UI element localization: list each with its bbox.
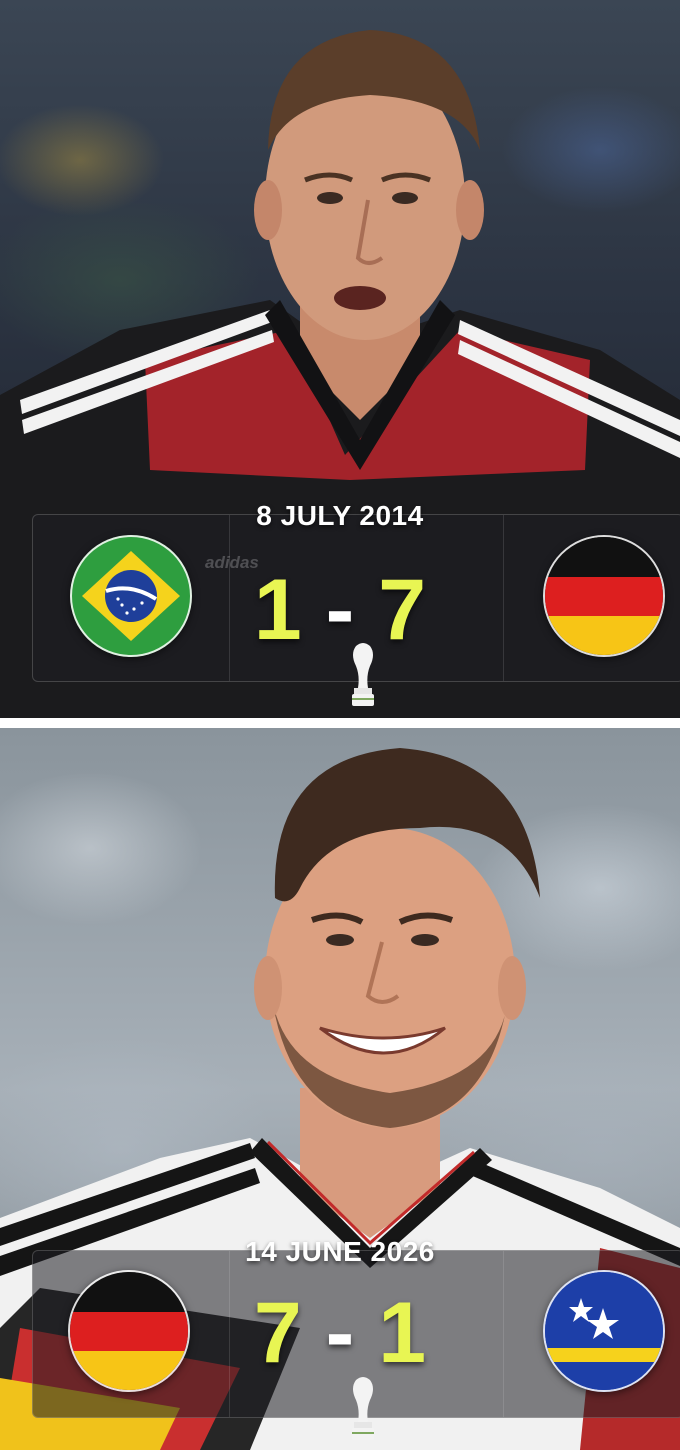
germany-flag-graphic bbox=[545, 537, 663, 655]
score-dash-2026: - bbox=[325, 1285, 355, 1381]
world-cup-trophy-icon bbox=[352, 643, 374, 706]
world-cup-trophy-icon bbox=[352, 1377, 374, 1440]
away-score-2026: 1 bbox=[378, 1285, 427, 1381]
germany-flag-icon bbox=[543, 535, 665, 657]
panel-divider bbox=[0, 718, 680, 728]
panel-2026: 14 JUNE 2026 7 - 1 bbox=[0, 728, 680, 1450]
curacao-flag-graphic bbox=[545, 1272, 663, 1390]
match-date-2026: 14 JUNE 2026 bbox=[245, 1236, 435, 1267]
away-score-2014: 7 bbox=[378, 562, 427, 658]
panel-2014: adidas 8 JULY 2014 1 - 7 bbox=[0, 0, 680, 718]
home-score-2014: 1 bbox=[253, 562, 302, 658]
curacao-flag-icon bbox=[543, 1270, 665, 1392]
home-score-2026: 7 bbox=[253, 1285, 302, 1381]
match-date-2014: 8 JULY 2014 bbox=[256, 500, 424, 531]
